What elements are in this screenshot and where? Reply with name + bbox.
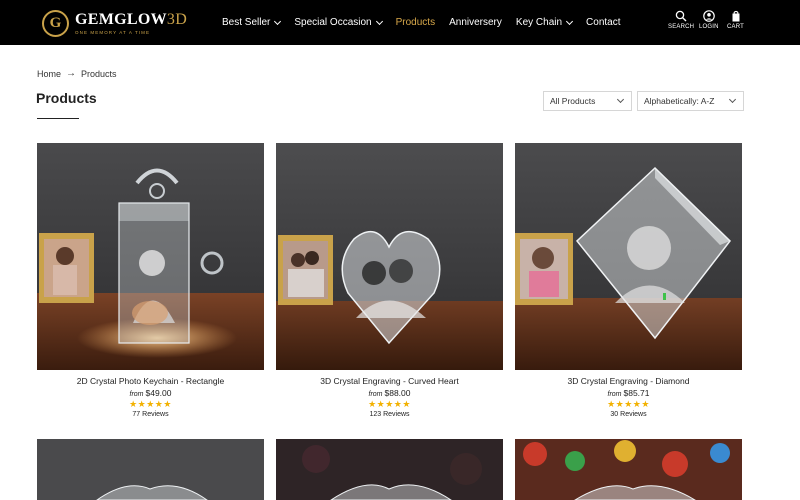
price-from-label: from (368, 391, 383, 398)
product-title[interactable]: 2D Crystal Photo Keychain - Rectangle (37, 376, 264, 386)
user-icon (703, 10, 715, 22)
login-label: LOGIN (699, 24, 719, 30)
price-value: $49.00 (145, 388, 172, 398)
nav-item-label: Products (395, 17, 436, 28)
brand-name: GEMGLOW3D (75, 10, 188, 28)
product-card[interactable]: 2D Crystal Photo Keychain - Rectangle fr… (37, 143, 264, 418)
chevron-down-icon (375, 17, 383, 25)
site-header: G GEMGLOW3D ONE MEMORY AT A TIME Best Se… (0, 0, 800, 45)
nav-item-label: Contact (586, 17, 621, 28)
star-rating: ★★★★★ (129, 399, 172, 409)
cart-button[interactable]: CART (727, 10, 744, 30)
search-label: SEARCH (668, 24, 695, 30)
logo-letter: G (49, 14, 62, 31)
product-image[interactable] (37, 439, 264, 500)
nav-item-label: Anniversery (449, 17, 502, 28)
bag-icon (732, 10, 740, 22)
arrow-right-icon: → (66, 68, 77, 79)
review-count[interactable]: 30 Reviews (515, 411, 742, 418)
logo[interactable]: G GEMGLOW3D ONE MEMORY AT A TIME (42, 8, 187, 38)
product-image[interactable] (37, 143, 264, 370)
review-count[interactable]: 77 Reviews (37, 411, 264, 418)
star-rating: ★★★★★ (607, 399, 650, 409)
price-value: $88.00 (384, 388, 411, 398)
chevron-down-icon (616, 95, 625, 104)
breadcrumb-current: Products (81, 68, 117, 79)
login-button[interactable]: LOGIN (699, 10, 719, 30)
star-rating: ★★★★★ (368, 399, 411, 409)
product-price: from $49.00 (37, 388, 264, 398)
collection-filter-select[interactable]: All Products (543, 91, 632, 111)
logo-mark: G (42, 9, 69, 37)
sort-select[interactable]: Alphabetically: A-Z (637, 91, 744, 111)
cart-label: CART (727, 24, 745, 30)
product-image[interactable] (276, 439, 503, 500)
sort-value: Alphabetically: A-Z (644, 96, 715, 106)
product-title[interactable]: 3D Crystal Engraving - Curved Heart (276, 376, 503, 386)
product-card[interactable]: 3D Crystal Engraving - Diamond from $85.7… (515, 143, 742, 418)
nav-item-products[interactable]: Products (396, 17, 435, 28)
nav-item-contact[interactable]: Contact (586, 17, 620, 28)
collection-filter-value: All Products (550, 96, 596, 106)
nav-item-anniversery[interactable]: Anniversery (449, 17, 502, 28)
brand-name-main: GEMGLOW (75, 10, 167, 28)
nav-item-best-seller[interactable]: Best Seller (222, 17, 282, 28)
breadcrumb-home[interactable]: Home (37, 69, 61, 79)
chevron-down-icon (274, 17, 282, 25)
breadcrumb: Home → Products (37, 68, 117, 79)
product-price: from $85.71 (515, 388, 742, 398)
price-from-label: from (129, 391, 144, 398)
product-image[interactable] (276, 143, 503, 370)
nav-item-key-chain[interactable]: Key Chain (515, 17, 574, 28)
product-price: from $88.00 (276, 388, 503, 398)
product-title[interactable]: 3D Crystal Engraving - Diamond (515, 376, 742, 386)
review-count[interactable]: 123 Reviews (276, 411, 503, 418)
search-button[interactable]: SEARCH (668, 10, 694, 30)
brand-tagline: ONE MEMORY AT A TIME (75, 29, 151, 35)
search-icon (675, 10, 687, 22)
chevron-down-icon (566, 17, 574, 25)
product-image[interactable] (515, 439, 742, 500)
price-value: $85.71 (623, 388, 650, 398)
nav-item-label: Key Chain (515, 17, 563, 28)
chevron-down-icon (728, 95, 737, 104)
nav-item-label: Best Seller (222, 17, 271, 28)
product-image[interactable] (515, 143, 742, 370)
brand-name-accent: 3D (166, 10, 188, 28)
nav-item-label: Special Occasion (294, 17, 372, 28)
title-underline (37, 118, 79, 119)
price-from-label: from (607, 391, 622, 398)
page-title: Products (36, 90, 97, 106)
product-card[interactable]: 3D Crystal Engraving - Curved Heart from… (276, 143, 503, 418)
nav-item-special-occasion[interactable]: Special Occasion (294, 17, 383, 28)
main-nav: Best Seller Special Occasion Products An… (222, 0, 635, 45)
